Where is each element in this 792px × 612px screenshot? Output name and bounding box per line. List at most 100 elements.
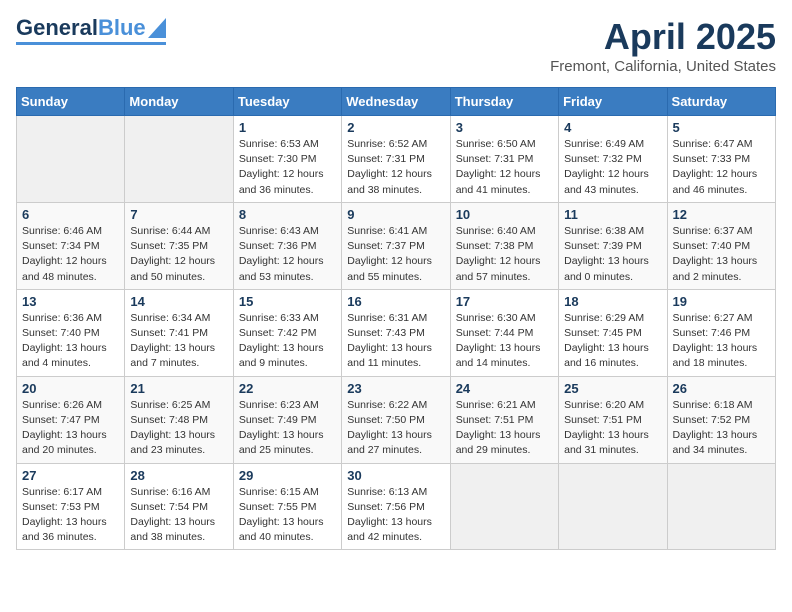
day-cell: 25 Sunrise: 6:20 AMSunset: 7:51 PMDayligh… [559, 376, 667, 463]
day-number: 3 [456, 120, 553, 135]
day-info: Sunrise: 6:33 AMSunset: 7:42 PMDaylight:… [239, 311, 336, 372]
day-info: Sunrise: 6:46 AMSunset: 7:34 PMDaylight:… [22, 224, 119, 285]
day-number: 16 [347, 294, 444, 309]
subtitle: Fremont, California, United States [550, 58, 776, 75]
header-cell-wednesday: Wednesday [342, 88, 450, 116]
day-cell: 4 Sunrise: 6:49 AMSunset: 7:32 PMDaylight… [559, 116, 667, 203]
day-number: 13 [22, 294, 119, 309]
header-cell-friday: Friday [559, 88, 667, 116]
day-info: Sunrise: 6:43 AMSunset: 7:36 PMDaylight:… [239, 224, 336, 285]
week-row-4: 20 Sunrise: 6:26 AMSunset: 7:47 PMDayligh… [17, 376, 776, 463]
day-number: 6 [22, 207, 119, 222]
day-number: 29 [239, 468, 336, 483]
calendar-body: 1 Sunrise: 6:53 AMSunset: 7:30 PMDaylight… [17, 116, 776, 550]
header-cell-sunday: Sunday [17, 88, 125, 116]
day-info: Sunrise: 6:50 AMSunset: 7:31 PMDaylight:… [456, 137, 553, 198]
page-header: GeneralBlue April 2025 Fremont, Californ… [16, 16, 776, 75]
day-cell: 2Sunrise: 6:52 AMSunset: 7:31 PMDaylight… [342, 116, 450, 203]
day-number: 18 [564, 294, 661, 309]
day-number: 28 [130, 468, 227, 483]
day-number: 7 [130, 207, 227, 222]
day-cell: 1 Sunrise: 6:53 AMSunset: 7:30 PMDaylight… [233, 116, 341, 203]
week-row-5: 27 Sunrise: 6:17 AMSunset: 7:53 PMDayligh… [17, 463, 776, 550]
logo-underline [16, 42, 166, 45]
day-cell [17, 116, 125, 203]
day-cell [559, 463, 667, 550]
day-info: Sunrise: 6:23 AMSunset: 7:49 PMDaylight:… [239, 398, 336, 459]
logo-triangle-icon [148, 18, 166, 38]
logo-text: GeneralBlue [16, 16, 146, 40]
day-info: Sunrise: 6:49 AMSunset: 7:32 PMDaylight:… [564, 137, 661, 198]
day-number: 12 [673, 207, 770, 222]
day-cell: 10Sunrise: 6:40 AMSunset: 7:38 PMDayligh… [450, 202, 558, 289]
day-info: Sunrise: 6:38 AMSunset: 7:39 PMDaylight:… [564, 224, 661, 285]
day-cell: 24 Sunrise: 6:21 AMSunset: 7:51 PMDayligh… [450, 376, 558, 463]
day-number: 30 [347, 468, 444, 483]
main-title: April 2025 [550, 16, 776, 58]
day-number: 24 [456, 381, 553, 396]
day-number: 20 [22, 381, 119, 396]
day-cell: 22 Sunrise: 6:23 AMSunset: 7:49 PMDayligh… [233, 376, 341, 463]
day-cell: 8 Sunrise: 6:43 AMSunset: 7:36 PMDaylight… [233, 202, 341, 289]
day-number: 4 [564, 120, 661, 135]
day-info: Sunrise: 6:52 AMSunset: 7:31 PMDaylight:… [347, 137, 444, 198]
calendar-header: SundayMondayTuesdayWednesdayThursdayFrid… [17, 88, 776, 116]
day-cell: 20 Sunrise: 6:26 AMSunset: 7:47 PMDayligh… [17, 376, 125, 463]
day-info: Sunrise: 6:34 AMSunset: 7:41 PMDaylight:… [130, 311, 227, 372]
day-info: Sunrise: 6:26 AMSunset: 7:47 PMDaylight:… [22, 398, 119, 459]
week-row-3: 13 Sunrise: 6:36 AMSunset: 7:40 PMDayligh… [17, 289, 776, 376]
header-cell-saturday: Saturday [667, 88, 775, 116]
day-info: Sunrise: 6:36 AMSunset: 7:40 PMDaylight:… [22, 311, 119, 372]
day-cell: 23 Sunrise: 6:22 AMSunset: 7:50 PMDayligh… [342, 376, 450, 463]
day-info: Sunrise: 6:13 AMSunset: 7:56 PMDaylight:… [347, 485, 444, 546]
day-cell: 6 Sunrise: 6:46 AMSunset: 7:34 PMDaylight… [17, 202, 125, 289]
day-cell: 13 Sunrise: 6:36 AMSunset: 7:40 PMDayligh… [17, 289, 125, 376]
day-cell: 3 Sunrise: 6:50 AMSunset: 7:31 PMDaylight… [450, 116, 558, 203]
day-cell: 14 Sunrise: 6:34 AMSunset: 7:41 PMDayligh… [125, 289, 233, 376]
day-info: Sunrise: 6:41 AMSunset: 7:37 PMDaylight:… [347, 224, 444, 285]
day-cell: 26 Sunrise: 6:18 AMSunset: 7:52 PMDayligh… [667, 376, 775, 463]
day-number: 17 [456, 294, 553, 309]
day-cell: 27 Sunrise: 6:17 AMSunset: 7:53 PMDayligh… [17, 463, 125, 550]
header-cell-tuesday: Tuesday [233, 88, 341, 116]
day-info: Sunrise: 6:29 AMSunset: 7:45 PMDaylight:… [564, 311, 661, 372]
day-number: 15 [239, 294, 336, 309]
day-number: 21 [130, 381, 227, 396]
day-cell [450, 463, 558, 550]
day-number: 14 [130, 294, 227, 309]
day-number: 26 [673, 381, 770, 396]
day-number: 1 [239, 120, 336, 135]
header-cell-thursday: Thursday [450, 88, 558, 116]
day-cell: 7 Sunrise: 6:44 AMSunset: 7:35 PMDaylight… [125, 202, 233, 289]
day-cell: 28 Sunrise: 6:16 AMSunset: 7:54 PMDayligh… [125, 463, 233, 550]
day-info: Sunrise: 6:21 AMSunset: 7:51 PMDaylight:… [456, 398, 553, 459]
day-number: 8 [239, 207, 336, 222]
day-info: Sunrise: 6:16 AMSunset: 7:54 PMDaylight:… [130, 485, 227, 546]
day-info: Sunrise: 6:53 AMSunset: 7:30 PMDaylight:… [239, 137, 336, 198]
day-number: 5 [673, 120, 770, 135]
day-cell: 29 Sunrise: 6:15 AMSunset: 7:55 PMDayligh… [233, 463, 341, 550]
day-number: 27 [22, 468, 119, 483]
day-cell: 18 Sunrise: 6:29 AMSunset: 7:45 PMDayligh… [559, 289, 667, 376]
day-cell: 30 Sunrise: 6:13 AMSunset: 7:56 PMDayligh… [342, 463, 450, 550]
day-number: 25 [564, 381, 661, 396]
day-info: Sunrise: 6:17 AMSunset: 7:53 PMDaylight:… [22, 485, 119, 546]
day-info: Sunrise: 6:30 AMSunset: 7:44 PMDaylight:… [456, 311, 553, 372]
day-info: Sunrise: 6:15 AMSunset: 7:55 PMDaylight:… [239, 485, 336, 546]
day-info: Sunrise: 6:47 AMSunset: 7:33 PMDaylight:… [673, 137, 770, 198]
day-number: 23 [347, 381, 444, 396]
day-number: 10 [456, 207, 553, 222]
day-cell: 15 Sunrise: 6:33 AMSunset: 7:42 PMDayligh… [233, 289, 341, 376]
day-info: Sunrise: 6:44 AMSunset: 7:35 PMDaylight:… [130, 224, 227, 285]
day-info: Sunrise: 6:20 AMSunset: 7:51 PMDaylight:… [564, 398, 661, 459]
day-cell: 12 Sunrise: 6:37 AMSunset: 7:40 PMDayligh… [667, 202, 775, 289]
day-info: Sunrise: 6:22 AMSunset: 7:50 PMDaylight:… [347, 398, 444, 459]
day-info: Sunrise: 6:37 AMSunset: 7:40 PMDaylight:… [673, 224, 770, 285]
week-row-2: 6 Sunrise: 6:46 AMSunset: 7:34 PMDaylight… [17, 202, 776, 289]
day-cell: 16 Sunrise: 6:31 AMSunset: 7:43 PMDayligh… [342, 289, 450, 376]
day-cell [667, 463, 775, 550]
day-info: Sunrise: 6:31 AMSunset: 7:43 PMDaylight:… [347, 311, 444, 372]
calendar-table: SundayMondayTuesdayWednesdayThursdayFrid… [16, 87, 776, 550]
day-info: Sunrise: 6:18 AMSunset: 7:52 PMDaylight:… [673, 398, 770, 459]
day-number: 22 [239, 381, 336, 396]
